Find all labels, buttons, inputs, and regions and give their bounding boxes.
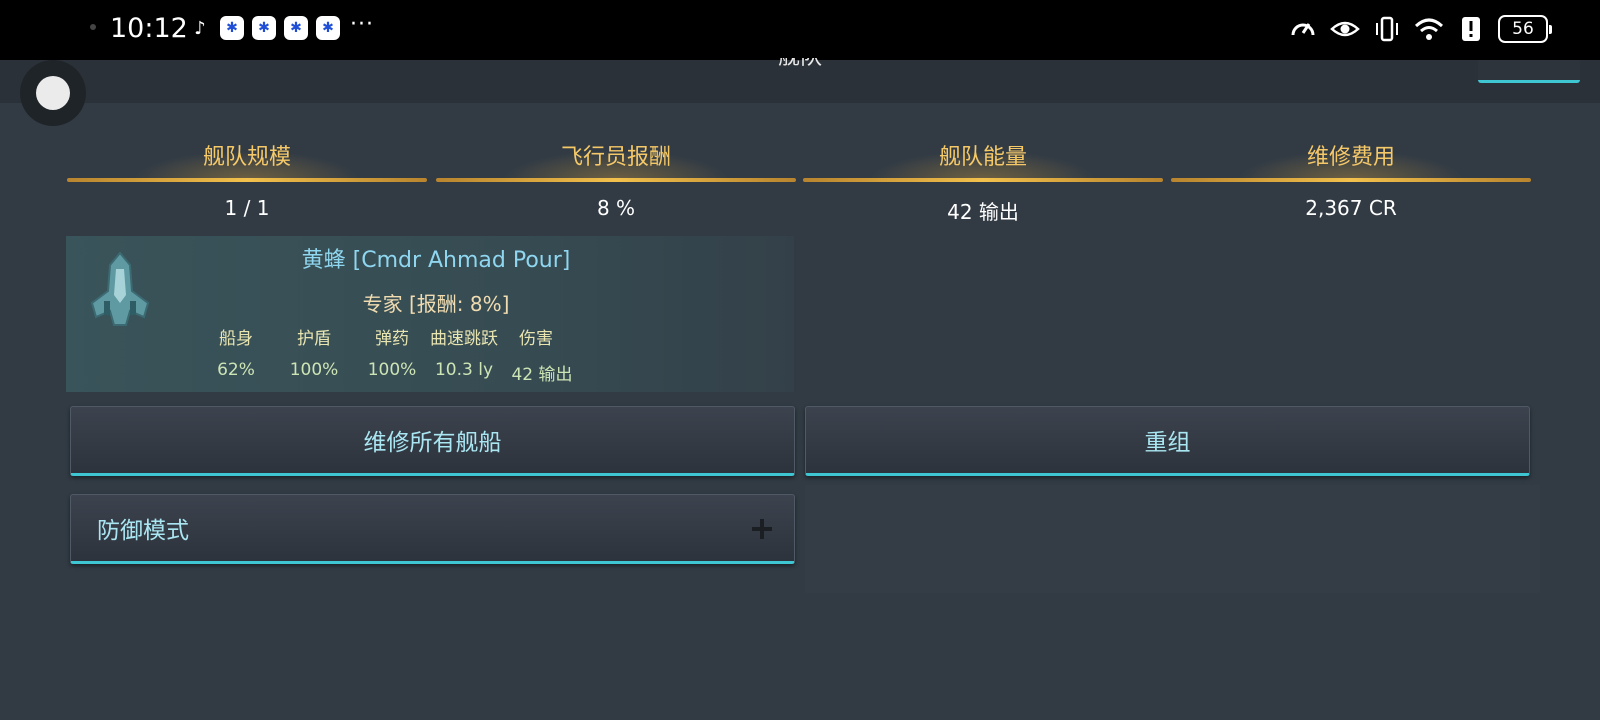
vibrate-icon xyxy=(1372,14,1402,44)
ship-stat-label-hull: 船身 xyxy=(219,329,253,349)
stat-fleet-power: 舰队能量 42 输出 xyxy=(803,138,1163,224)
floating-ball-icon xyxy=(36,76,70,110)
ship-card[interactable]: 黄蜂 [Cmdr Ahmad Pour] 专家 [报酬: 8%] 船身 护盾 弹… xyxy=(66,236,794,392)
stat-divider xyxy=(67,178,427,182)
stat-divider xyxy=(436,178,796,182)
stat-value: 2,367 CR xyxy=(1305,196,1397,220)
stat-repair-cost: 维修费用 2,367 CR xyxy=(1171,138,1531,224)
header-action-button[interactable] xyxy=(1478,60,1580,83)
stat-value: 42 输出 xyxy=(947,200,1019,224)
ship-stat-label-ammo: 弹药 xyxy=(375,329,409,349)
alert-icon xyxy=(1456,14,1486,44)
floating-assist-button[interactable] xyxy=(20,60,86,126)
empty-panel xyxy=(805,485,1540,593)
defense-mode-button[interactable]: 防御模式 xyxy=(70,494,795,564)
speedometer-icon xyxy=(1288,14,1318,44)
baidu-icon: ✱ xyxy=(252,16,276,40)
stat-fleet-size: 舰队规模 1 / 1 xyxy=(67,138,427,224)
ship-stat-value-hull: 62% xyxy=(217,360,255,380)
ship-stat-label-damage: 伤害 xyxy=(519,329,553,349)
camera-dot xyxy=(90,24,96,30)
ship-stat-value-shield: 100% xyxy=(289,360,339,380)
wifi-icon xyxy=(1414,14,1444,44)
stat-value: 8 % xyxy=(596,196,636,220)
stat-pilot-pay: 飞行员报酬 8 % xyxy=(436,138,796,224)
screen-header: 舰队 xyxy=(0,58,1600,103)
more-notifications-icon: ··· xyxy=(350,12,374,37)
ship-stat-value-damage: 42 输出 xyxy=(511,365,573,385)
defense-mode-label: 防御模式 xyxy=(97,518,189,544)
stat-label: 舰队能量 xyxy=(803,138,1163,181)
plus-icon xyxy=(752,519,772,539)
repair-all-button[interactable]: 维修所有舰船 xyxy=(70,406,795,476)
stat-divider xyxy=(803,178,1163,182)
battery-icon: 56 xyxy=(1498,15,1552,43)
baidu-icon: ✱ xyxy=(316,16,340,40)
eye-icon xyxy=(1330,14,1360,44)
ship-stat-label-warp: 曲速跳跃 xyxy=(430,329,498,349)
system-icons: 56 xyxy=(1288,14,1552,44)
ship-pilot-role: 专家 [报酬: 8%] xyxy=(362,292,510,316)
ship-stat-label-shield: 护盾 xyxy=(297,329,331,349)
status-bar: 10:12 ♪ ✱ ✱ ✱ ✱ ··· 56 xyxy=(0,0,1600,60)
stat-value: 1 / 1 xyxy=(224,196,270,220)
ship-stat-value-ammo: 100% xyxy=(367,360,417,380)
ship-name: 黄蜂 [Cmdr Ahmad Pour] xyxy=(301,248,571,273)
stat-divider xyxy=(1171,178,1531,182)
ship-icon xyxy=(90,251,150,326)
status-time: 10:12 xyxy=(110,13,188,44)
ship-stat-value-warp: 10.3 ly xyxy=(434,360,494,380)
stat-label: 维修费用 xyxy=(1171,138,1531,181)
stat-label: 舰队规模 xyxy=(67,138,427,181)
page-title: 舰队 xyxy=(740,58,860,70)
reorganize-button[interactable]: 重组 xyxy=(805,406,1530,476)
stat-label: 飞行员报酬 xyxy=(436,138,796,181)
tiktok-icon: ♪ xyxy=(194,17,206,39)
baidu-icon: ✱ xyxy=(284,16,308,40)
baidu-icon: ✱ xyxy=(220,16,244,40)
notification-icons: ♪ ✱ ✱ ✱ ✱ xyxy=(188,16,340,40)
